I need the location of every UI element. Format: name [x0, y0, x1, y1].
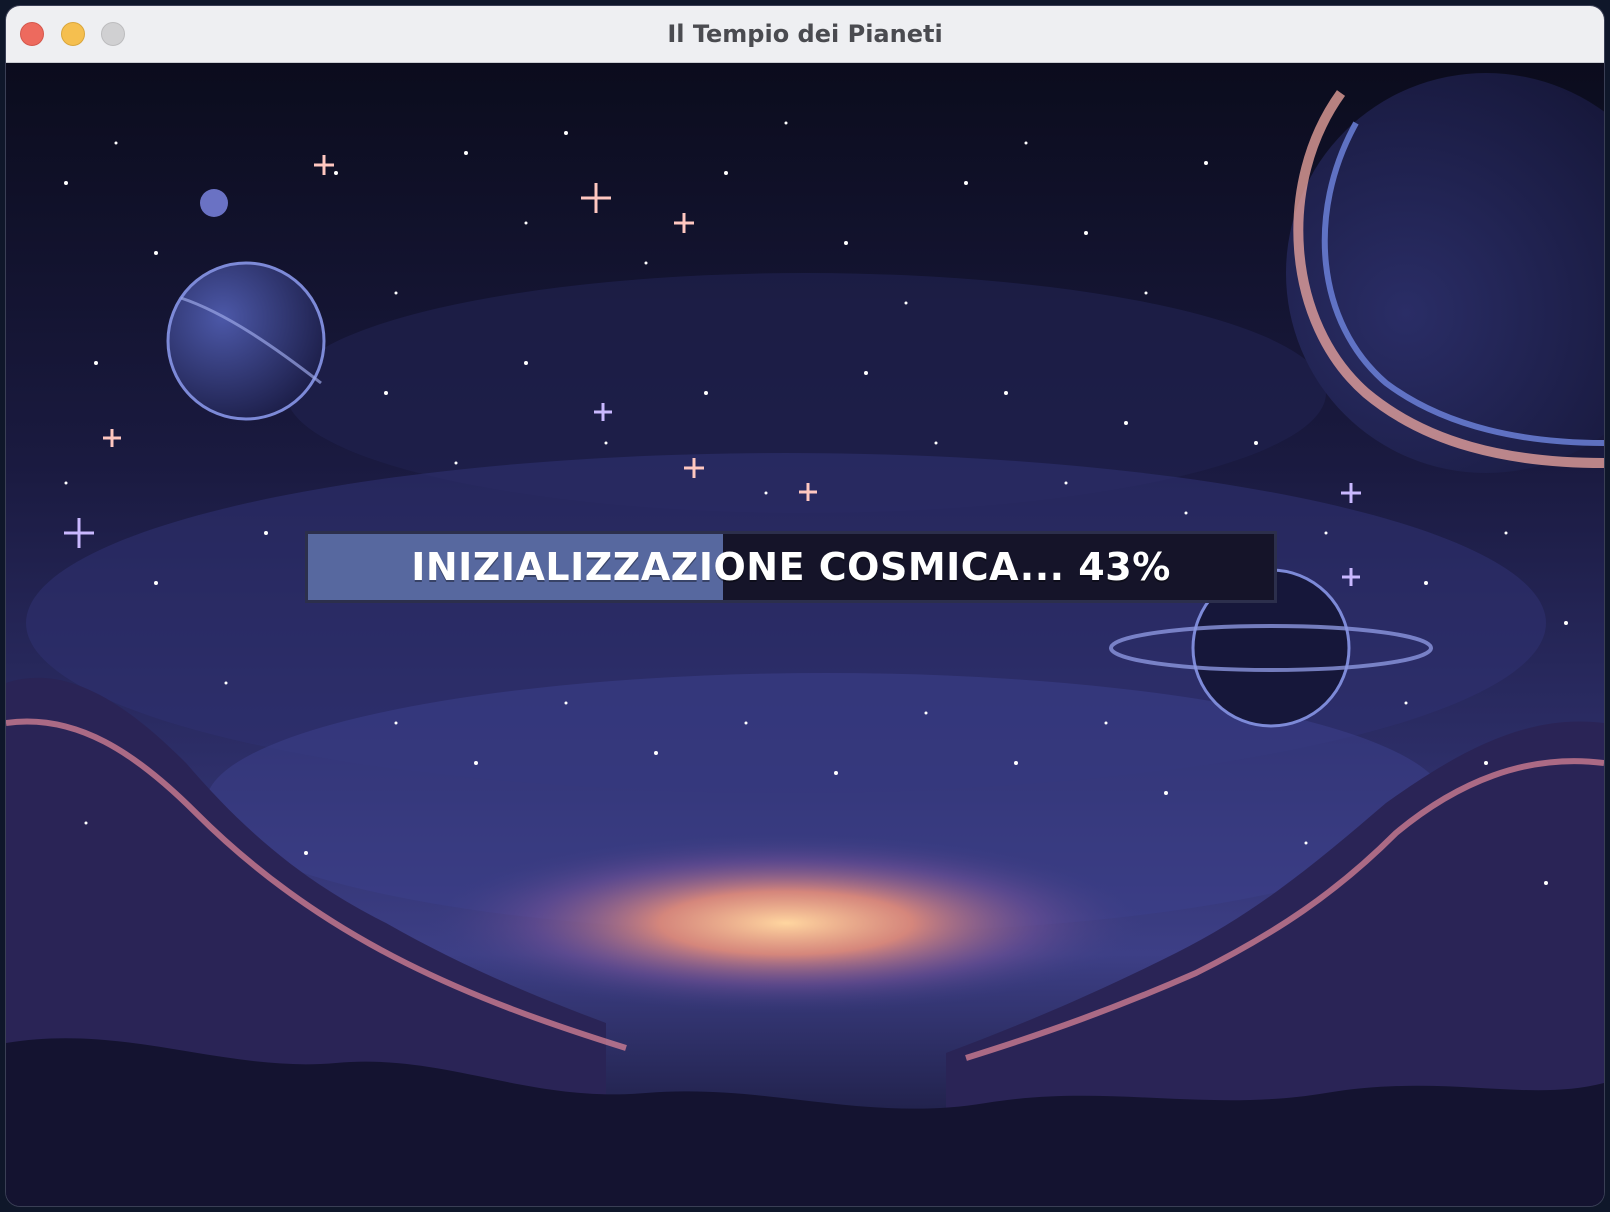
space-background-art: [6, 63, 1604, 1206]
loading-progress-label: INIZIALIZZAZIONE COSMICA... 43%: [411, 545, 1171, 589]
space-background: [6, 63, 1604, 1206]
title-bar: Il Tempio dei Pianeti: [6, 6, 1604, 63]
window-title: Il Tempio dei Pianeti: [667, 20, 943, 48]
game-window: Il Tempio dei Pianeti INIZIALIZZAZIONE C…: [6, 6, 1604, 1206]
loading-progress-bar: INIZIALIZZAZIONE COSMICA... 43%: [305, 531, 1277, 603]
